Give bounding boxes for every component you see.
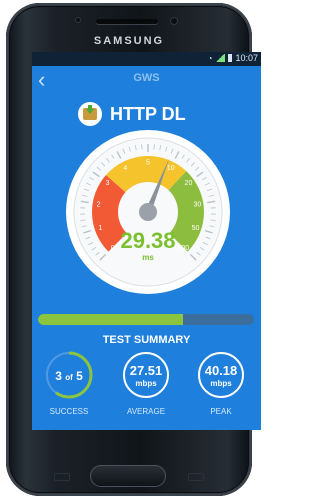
gauge-unit: ms [142,253,154,262]
home-button[interactable] [90,465,166,487]
front-camera-icon [171,18,177,24]
gauge-tick-label: 50 [192,225,200,232]
clock: 10:07 [235,53,258,63]
app-screen: ◔ 10:07 ‹ GWS HTTP DL 0 1 2 3 4 5 10 20 30 50 100 … [32,52,261,430]
success-total: 5 [76,369,83,383]
success-stat: 3 of 5 SUCCESS [44,350,94,416]
test-progress-bar [38,314,254,325]
gauge-tick-label: 5 [146,160,150,167]
signal-icon [215,54,226,62]
latency-gauge: 0 1 2 3 4 5 10 20 30 50 100 29.38 ms [66,130,230,294]
average-unit: mbps [135,379,157,388]
gauge-tick-label: 100 [178,245,190,252]
peak-stat: 40.18 mbps PEAK [196,350,246,416]
gauge-tick-label: 30 [193,202,201,209]
battery-icon [228,54,233,62]
success-of-label: of [65,373,73,382]
back-key-icon[interactable] [188,473,204,481]
brand-logo: SAMSUNG [93,35,165,47]
gauge-tick-label: 4 [123,165,127,172]
test-name: HTTP DL [110,104,186,124]
average-caption: AVERAGE [126,407,166,416]
gauge-tick-label: 1 [98,225,102,232]
sensor-icon [76,18,80,22]
average-stat: 27.51 mbps AVERAGE [121,350,171,416]
earpiece-speaker [96,19,158,24]
peak-value: 40.18 [204,363,238,378]
app-title: GWS [133,72,160,84]
peak-caption: PEAK [210,407,232,416]
gauge-value: 29.38 [120,228,175,253]
status-bar: ◔ 10:07 [32,52,261,66]
peak-unit: mbps [210,379,232,388]
summary-title: TEST SUMMARY [102,334,191,346]
menu-key-icon[interactable] [54,473,70,481]
gauge-tick-label: 2 [97,202,101,209]
success-count: 3 [55,369,62,383]
gauge-tick-label: 3 [106,180,110,187]
gauge-needle-hub [139,203,157,221]
progress-fill [38,314,183,325]
average-value: 27.51 [129,363,163,378]
success-caption: SUCCESS [49,407,89,416]
wifi-icon: ◔ [207,53,213,63]
download-box-icon [78,102,102,126]
gauge-tick-label: 10 [167,165,175,172]
gauge-tick-label: 20 [185,180,193,187]
gauge-tick-label: 0 [111,245,115,252]
